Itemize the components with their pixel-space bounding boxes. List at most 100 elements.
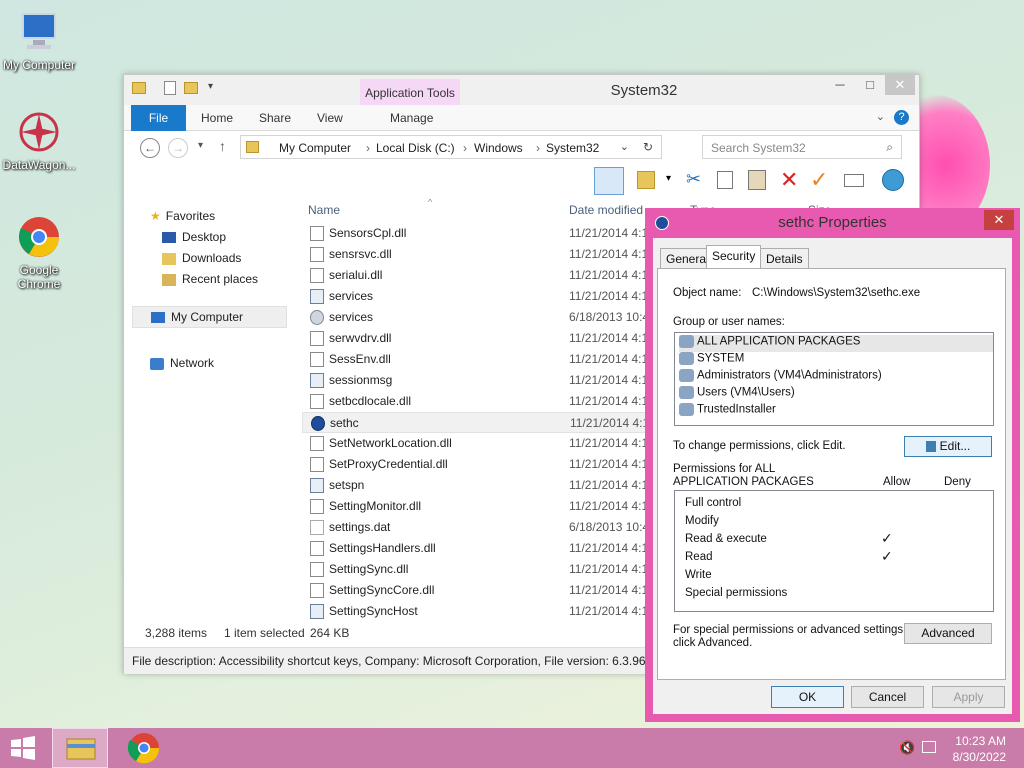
- cut-icon[interactable]: ✂: [686, 169, 701, 190]
- allow-header: Allow: [883, 476, 911, 488]
- checkmark-icon[interactable]: ✓: [810, 167, 828, 193]
- close-button[interactable]: ✕: [885, 75, 915, 95]
- file-name: sethc: [330, 416, 359, 430]
- file-date: 11/21/2014 4:1: [569, 373, 649, 387]
- recent-locations-icon[interactable]: ▾: [198, 140, 203, 151]
- dll-icon: [310, 352, 324, 367]
- network-status-icon[interactable]: [922, 741, 936, 753]
- file-date: 11/21/2014 4:1: [569, 394, 649, 408]
- nav-my-computer[interactable]: My Computer: [132, 306, 287, 328]
- desktop-icon-datawagon[interactable]: DataWagon...: [0, 110, 78, 172]
- advanced-button[interactable]: Advanced: [904, 623, 992, 644]
- apply-button[interactable]: Apply: [932, 686, 1005, 708]
- nav-desktop[interactable]: Desktop: [162, 230, 226, 244]
- clock-time: 10:23 AM: [955, 734, 1006, 748]
- system-clock[interactable]: 10:23 AM 8/30/2022: [953, 733, 1006, 765]
- delete-icon[interactable]: ✕: [780, 167, 798, 193]
- file-date: 11/21/2014 4:1: [569, 457, 649, 471]
- application-tools-label: Application Tools: [360, 79, 460, 105]
- column-header-name[interactable]: Name: [308, 203, 340, 217]
- edit-button[interactable]: Edit...: [904, 436, 992, 457]
- tab-home[interactable]: Home: [201, 105, 233, 131]
- tab-view[interactable]: View: [317, 105, 343, 131]
- tab-manage[interactable]: Manage: [390, 105, 433, 131]
- tab-details[interactable]: Details: [760, 248, 809, 268]
- group-name: SYSTEM: [697, 352, 745, 365]
- start-button[interactable]: [8, 728, 42, 768]
- tab-share[interactable]: Share: [259, 105, 291, 131]
- chrome-icon: [127, 733, 160, 764]
- toolbar-dropdown-icon[interactable]: ▾: [666, 173, 671, 184]
- back-icon[interactable]: ←: [140, 138, 160, 158]
- taskbar-chrome-button[interactable]: [122, 728, 166, 768]
- globe-icon[interactable]: [882, 169, 904, 191]
- rename-icon[interactable]: [844, 174, 864, 187]
- up-icon[interactable]: ↑: [219, 138, 226, 154]
- security-panel: Object name: C:\Windows\System32\sethc.e…: [657, 268, 1006, 680]
- group-item[interactable]: Administrators (VM4\Administrators): [679, 369, 993, 386]
- permission-name: Read & execute: [685, 533, 767, 545]
- file-name: services: [329, 289, 374, 303]
- search-input[interactable]: Search System32 ⌕: [702, 135, 902, 159]
- deny-header: Deny: [944, 476, 971, 488]
- group-item[interactable]: ALL APPLICATION PACKAGES: [679, 335, 993, 352]
- group-names-label: Group or user names:: [673, 316, 785, 328]
- dialog-close-button[interactable]: ✕: [984, 210, 1014, 230]
- paste-icon[interactable]: [748, 170, 766, 190]
- cancel-button[interactable]: Cancel: [851, 686, 924, 708]
- address-input[interactable]: My Computer › Local Disk (C:) › Windows …: [240, 135, 662, 159]
- breadcrumb-system32[interactable]: System32: [546, 141, 599, 155]
- title-bar: ▾ Application Tools System32 ─ □ ✕: [124, 75, 919, 105]
- column-header-date[interactable]: Date modified: [569, 203, 643, 217]
- quick-access-new-folder-icon[interactable]: [184, 82, 198, 94]
- taskbar-explorer-button[interactable]: [52, 728, 108, 768]
- group-list[interactable]: ALL APPLICATION PACKAGES SYSTEM Administra…: [674, 332, 994, 426]
- group-item[interactable]: TrustedInstaller: [679, 403, 993, 420]
- computer-small-icon: [151, 312, 165, 324]
- desktop-icon-google-chrome[interactable]: Google Chrome: [0, 215, 78, 291]
- desktop-icon-my-computer[interactable]: My Computer: [0, 10, 78, 72]
- ok-button[interactable]: OK: [771, 686, 844, 708]
- nav-network[interactable]: Network: [150, 356, 214, 370]
- desktop-icon-label: DataWagon...: [2, 158, 76, 172]
- special-permissions-line1: For special permissions or advanced sett…: [673, 624, 907, 636]
- downloads-icon: [162, 252, 176, 265]
- quick-access-folder-icon[interactable]: [132, 82, 146, 94]
- file-name: SetProxyCredential.dll: [329, 457, 448, 471]
- nav-favorites[interactable]: ★ Favorites: [150, 209, 215, 223]
- address-dropdown-icon[interactable]: ⌄: [620, 140, 629, 153]
- help-icon[interactable]: ?: [894, 110, 909, 125]
- address-bar: ← → ▾ ↑ My Computer › Local Disk (C:) › …: [124, 131, 919, 165]
- file-date: 11/21/2014 4:1: [569, 604, 649, 618]
- breadcrumb-windows[interactable]: Windows: [474, 141, 523, 155]
- volume-muted-icon[interactable]: 🔇: [899, 740, 915, 756]
- folder-options-icon[interactable]: [637, 171, 655, 189]
- desktop-icon-label: My Computer: [2, 58, 76, 72]
- dll-icon: [310, 562, 324, 577]
- preview-pane-icon[interactable]: [594, 167, 624, 195]
- dll-icon: [310, 247, 324, 262]
- file-name: serialui.dll: [329, 268, 383, 282]
- tab-file[interactable]: File: [131, 105, 186, 131]
- expand-ribbon-icon[interactable]: ⌄: [876, 110, 885, 123]
- minimize-button[interactable]: ─: [825, 75, 855, 95]
- dialog-title: sethc Properties: [778, 214, 887, 231]
- accessibility-icon: [311, 416, 325, 431]
- nav-recent-places[interactable]: Recent places: [162, 272, 258, 286]
- breadcrumb-local-disk[interactable]: Local Disk (C:): [376, 141, 455, 155]
- group-name: TrustedInstaller: [697, 403, 776, 416]
- quick-access-dropdown-icon[interactable]: ▾: [208, 81, 213, 92]
- tab-security[interactable]: Security: [706, 245, 762, 269]
- exe-icon: [310, 478, 324, 493]
- file-name: SettingSyncHost: [329, 604, 418, 618]
- group-item[interactable]: SYSTEM: [679, 352, 993, 369]
- refresh-icon[interactable]: ↻: [643, 140, 653, 154]
- quick-access-properties-icon[interactable]: [164, 81, 176, 95]
- forward-icon[interactable]: →: [168, 138, 188, 158]
- maximize-button[interactable]: □: [855, 75, 885, 95]
- dll-icon: [310, 583, 324, 598]
- breadcrumb-my-computer[interactable]: My Computer: [279, 141, 351, 155]
- copy-icon[interactable]: [717, 171, 733, 189]
- group-item[interactable]: Users (VM4\Users): [679, 386, 993, 403]
- nav-downloads[interactable]: Downloads: [162, 251, 241, 265]
